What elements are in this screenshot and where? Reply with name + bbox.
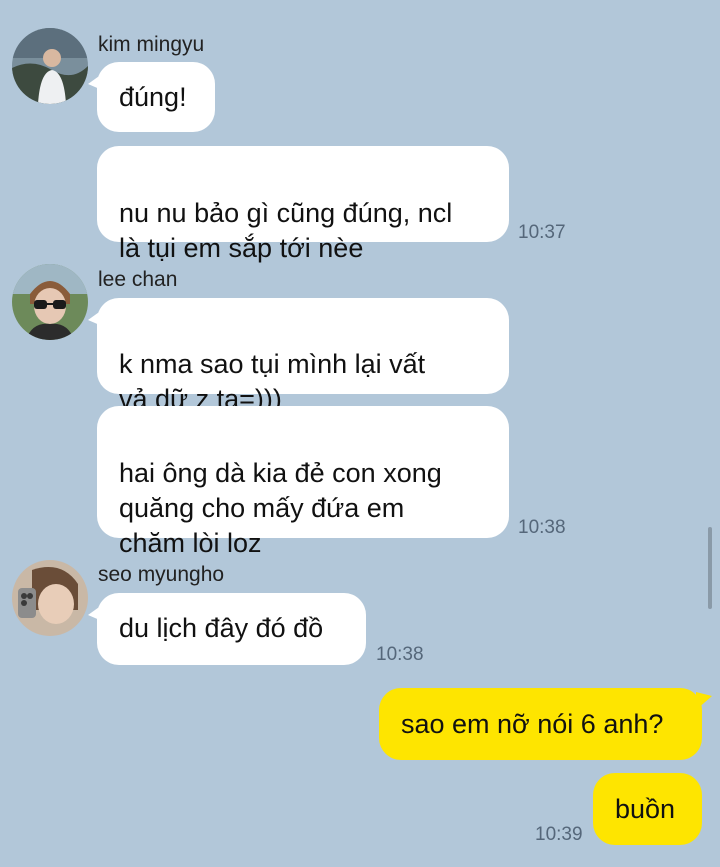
message-bubble[interactable]: nu nu bảo gì cũng đúng, ncl là tụi em sắ… (97, 146, 509, 263)
message-text: sao em nỡ nói 6 anh? (401, 709, 664, 739)
message-text: k nma sao tụi mình lại vất vả dữ z ta=))… (119, 349, 426, 414)
message-text: buồn (615, 794, 676, 824)
sender-name: seo myungho (98, 563, 225, 586)
profile-photo-man-outdoors-icon (12, 28, 88, 104)
message-timestamp: 10:38 (376, 644, 424, 665)
message-text: hai ông dà kia đẻ con xong quăng cho mấy… (119, 458, 442, 558)
message-timestamp: 10:37 (518, 222, 566, 243)
sender-name: lee chan (98, 268, 178, 291)
avatar-seo-myungho[interactable] (12, 560, 88, 636)
avatar-kim-mingyu[interactable] (12, 28, 88, 104)
message-bubble[interactable]: k nma sao tụi mình lại vất vả dữ z ta=))… (88, 298, 509, 414)
profile-photo-sunglasses-icon (12, 264, 88, 340)
message-bubble[interactable]: du lịch đây đó đồ (88, 593, 366, 665)
sender-name: kim mingyu (98, 33, 205, 56)
scrollbar[interactable] (708, 527, 712, 609)
message-text: đúng! (119, 82, 187, 112)
message-text: du lịch đây đó đồ (119, 613, 324, 643)
outgoing-message-bubble[interactable]: buồn (593, 773, 702, 845)
profile-photo-mirror-selfie-icon (12, 560, 88, 636)
message-timestamp: 10:39 (535, 824, 583, 845)
outgoing-message-bubble[interactable]: sao em nỡ nói 6 anh? (379, 688, 712, 760)
message-timestamp: 10:38 (518, 517, 566, 538)
avatar-lee-chan[interactable] (12, 264, 88, 340)
message-text: nu nu bảo gì cũng đúng, ncl là tụi em sắ… (119, 198, 453, 263)
message-bubble[interactable]: hai ông dà kia đẻ con xong quăng cho mấy… (97, 406, 509, 558)
message-bubble[interactable]: đúng! (88, 62, 215, 132)
